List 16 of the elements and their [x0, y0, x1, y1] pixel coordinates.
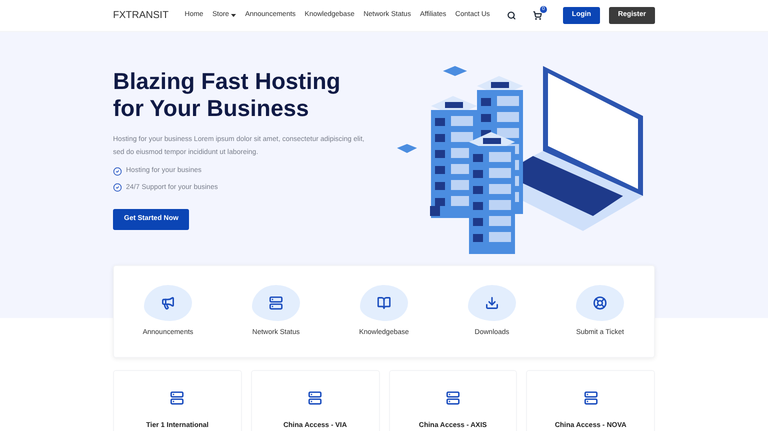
check-icon [113, 166, 122, 176]
lifebuoy-icon [593, 296, 607, 310]
book-icon [377, 296, 391, 310]
server-icon [446, 391, 460, 405]
cart-icon[interactable] [532, 11, 542, 20]
server-icon [308, 391, 322, 405]
server-icon [269, 296, 283, 310]
search-icon[interactable] [506, 11, 516, 20]
server-icon [170, 391, 184, 405]
server-icon [584, 391, 598, 405]
check-icon [113, 183, 122, 192]
brand-logo[interactable]: FXTRANSIT [113, 8, 169, 23]
caret-icon [231, 14, 236, 17]
hero-title: Blazing Fast Hosting for Your Business [113, 68, 342, 122]
download-icon [485, 296, 499, 310]
megaphone-icon [161, 296, 175, 310]
